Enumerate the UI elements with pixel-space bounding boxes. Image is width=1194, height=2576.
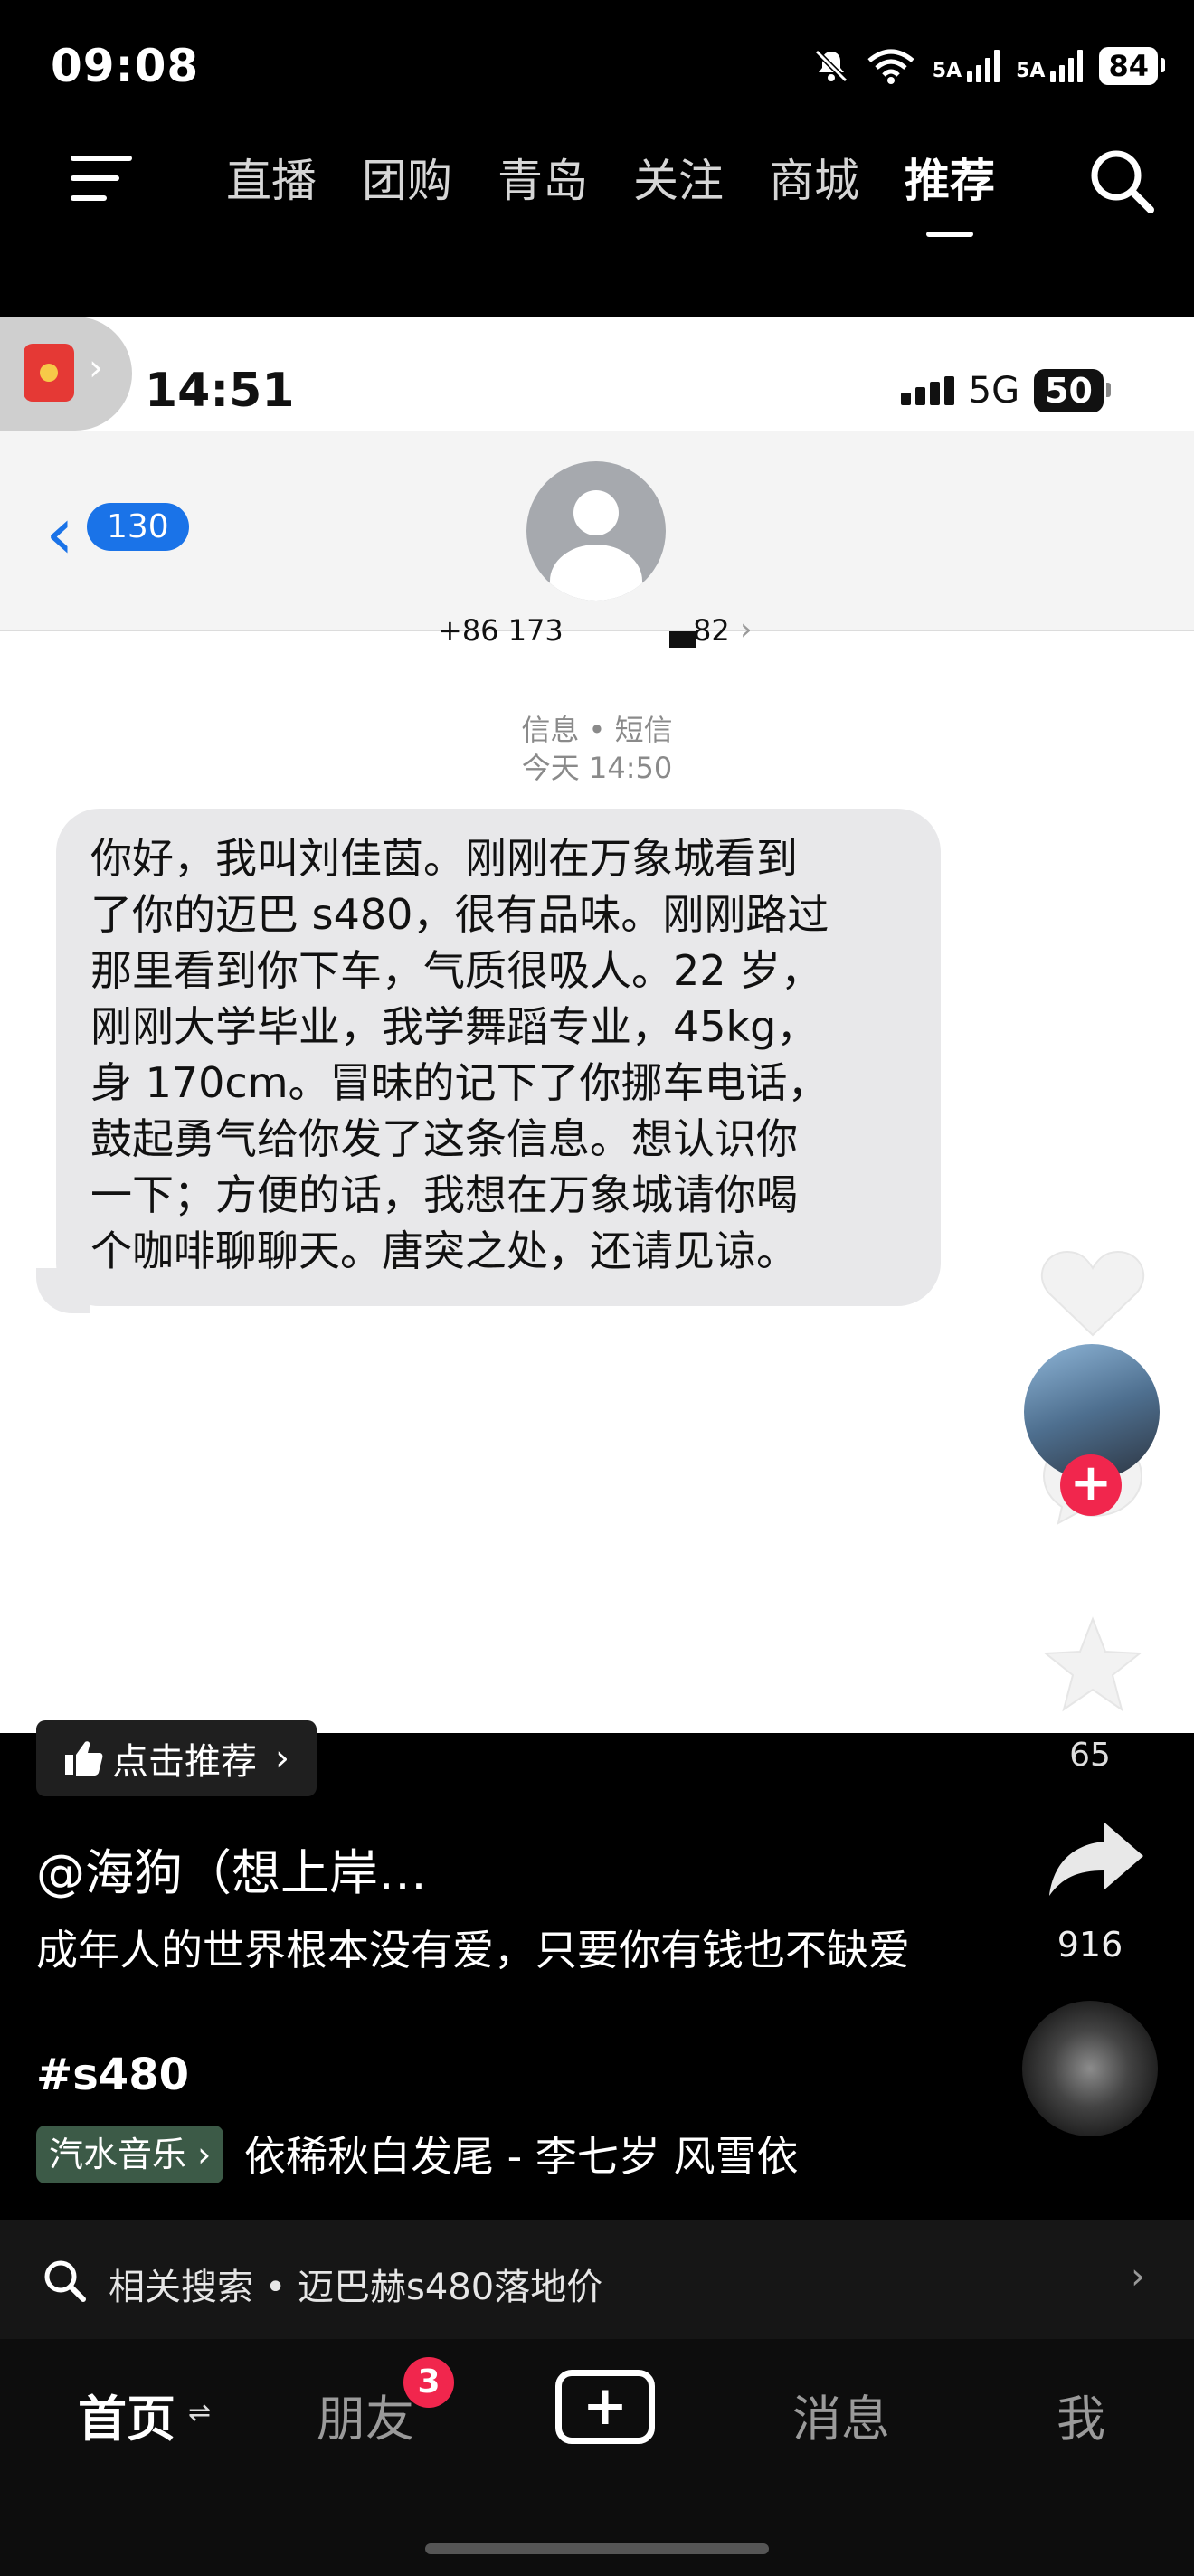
chevron-right-icon: › — [1131, 2256, 1145, 2297]
phone-status: 5G 50 — [900, 369, 1111, 412]
wifi-icon — [867, 49, 914, 84]
message-line: 了你的迈巴 s480，很有品味。刚刚路过 — [90, 890, 829, 939]
message-service: 信息 • 短信 — [521, 713, 673, 747]
message-line: 一下；方便的话，我想在万象城请你喝 — [90, 1170, 798, 1219]
tab-messages[interactable]: 消息 — [792, 2379, 890, 2450]
phone-network: 5G — [968, 370, 1020, 412]
create-button[interactable]: + — [555, 2370, 655, 2444]
message-line: 个咖啡聊聊天。唐突之处，还请见谅。 — [90, 1226, 798, 1275]
unread-badge: 130 — [87, 503, 189, 551]
tab-home[interactable]: 首页 — [78, 2379, 175, 2450]
recommend-button[interactable]: 点击推荐 › — [36, 1720, 317, 1796]
home-indicator[interactable] — [425, 2543, 769, 2554]
share-count: 916 — [1057, 1925, 1123, 1965]
menu-icon[interactable] — [71, 156, 132, 201]
message-line: 鼓起勇气给你发了这条信息。想认识你 — [90, 1114, 798, 1163]
message-line: 你好，我叫刘佳茵。刚刚在万象城看到 — [90, 834, 798, 883]
back-chevron-icon: ‹ — [45, 491, 74, 575]
favorite-star-icon[interactable] — [1040, 1615, 1145, 1715]
signal-icon — [900, 376, 954, 405]
signal-icon: 5A — [933, 50, 1000, 82]
contact-number-end: 82 — [693, 613, 730, 648]
battery-icon: 84 — [1099, 47, 1165, 85]
tab-mall[interactable]: 商城 — [769, 145, 859, 210]
video-caption: 成年人的世界根本没有爱，只要你有钱也不缺爱 — [36, 1926, 910, 1975]
share-icon[interactable] — [1046, 1818, 1147, 1899]
network-label: 5A — [1016, 60, 1046, 82]
message-line: 刚刚大学毕业，我学舞蹈专业，45kg， — [90, 1002, 819, 1051]
chevron-right-icon: › — [275, 1738, 289, 1779]
follow-plus-button[interactable]: + — [1060, 1454, 1122, 1516]
tab-me[interactable]: 我 — [1057, 2379, 1105, 2450]
chevron-right-icon: › — [740, 611, 753, 648]
music-title[interactable]: 依稀秋白发尾 - 李七岁 风雪依 — [244, 2124, 832, 2183]
search-icon[interactable] — [1085, 145, 1158, 217]
status-time: 09:08 — [51, 40, 200, 92]
tab-recommend[interactable]: 推荐 — [905, 145, 995, 237]
tab-friends[interactable]: 朋友 — [317, 2379, 414, 2450]
tab-live[interactable]: 直播 — [226, 145, 317, 210]
refresh-icon: ⇌ — [188, 2397, 212, 2429]
hashtag-link[interactable]: #s480 — [36, 2050, 189, 2100]
phone-time: 14:51 — [145, 364, 295, 418]
contact-avatar — [526, 461, 666, 601]
tab-group-buy[interactable]: 团购 — [362, 145, 452, 210]
music-tag-label: 汽水音乐 — [49, 2135, 187, 2174]
friends-badge: 3 — [403, 2357, 454, 2408]
tab-following[interactable]: 关注 — [633, 145, 724, 210]
music-tag-button[interactable]: 汽水音乐 › — [36, 2126, 224, 2183]
search-icon — [44, 2260, 86, 2302]
top-tabs: 直播 团购 青岛 关注 商城 推荐 — [226, 145, 995, 237]
chevron-right-icon: › — [197, 2135, 212, 2174]
message-line: 那里看到你下车，气质很吸人。22 岁， — [90, 946, 823, 995]
recommend-label: 点击推荐 — [112, 1741, 257, 1783]
red-packet-icon[interactable] — [24, 344, 74, 402]
tab-local[interactable]: 青岛 — [498, 145, 588, 210]
music-disc[interactable] — [1022, 2001, 1158, 2136]
contact-number: +86 173 — [438, 613, 564, 648]
video-frame[interactable]: › 14:51 5G 50 ‹ 130 +86 173 82 › 信息 • 短信… — [0, 317, 1194, 1733]
network-label: 5A — [932, 60, 962, 82]
message-line: 身 170cm。冒昧的记下了你挪车电话， — [90, 1058, 829, 1107]
related-search-text: 相关搜索 • 迈巴赫s480落地价 — [109, 2267, 603, 2308]
message-bubble: 你好，我叫刘佳茵。刚刚在万象城看到 了你的迈巴 s480，很有品味。刚刚路过 那… — [56, 809, 941, 1306]
chevron-right-icon: › — [89, 347, 103, 389]
message-timestamp: 今天 14:50 — [521, 751, 673, 785]
battery-icon: 50 — [1034, 369, 1111, 412]
thumbs-up-icon — [65, 1741, 103, 1776]
signal-icon: 5A — [1016, 50, 1084, 82]
heart-icon[interactable] — [1040, 1248, 1145, 1339]
mute-bell-icon — [814, 49, 848, 83]
like-count: 65 — [1069, 1737, 1111, 1774]
author-name[interactable]: @海狗（想上岸… — [36, 1833, 427, 1904]
status-icons: 5A 5A 84 — [813, 47, 1165, 85]
